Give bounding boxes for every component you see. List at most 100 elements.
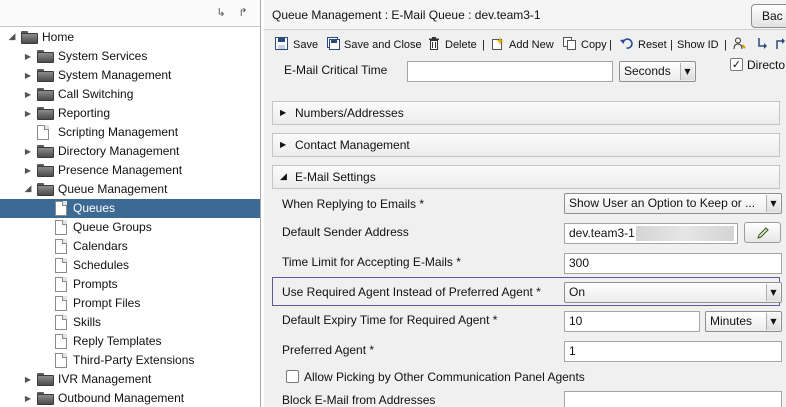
document-icon <box>55 201 67 216</box>
collapsed-arrow-icon[interactable]: ▶ <box>22 389 34 407</box>
tree-item[interactable]: Skills <box>0 313 260 332</box>
folder-icon <box>37 88 54 101</box>
expand-all-icon[interactable]: ↳ <box>214 6 228 20</box>
toolbar-separator: | <box>670 39 673 51</box>
document-icon <box>55 239 67 254</box>
collapsed-arrow-icon[interactable]: ▶ <box>22 370 34 389</box>
tree-item[interactable]: ▶ Directory Management <box>0 142 260 161</box>
replying-select[interactable]: Show User an Option to Keep or ... ▼ <box>564 193 782 214</box>
replying-label: When Replying to Emails * <box>282 197 425 211</box>
edit-sender-button[interactable] <box>744 222 781 243</box>
tree-item[interactable]: Scripting Management <box>0 123 260 142</box>
back-button[interactable]: Bac <box>751 4 786 28</box>
tree-item-label: Prompts <box>73 277 118 291</box>
replying-value: Show User an Option to Keep or ... <box>569 196 756 210</box>
save-icon[interactable] <box>274 37 288 51</box>
section-title: Numbers/Addresses <box>295 106 404 120</box>
tree-toolbar: ↳ ↱ <box>0 0 260 27</box>
tree-item[interactable]: ▶ System Services <box>0 47 260 66</box>
tree-item[interactable]: Reply Templates <box>0 332 260 351</box>
tree-item-label: Queues <box>73 201 116 215</box>
collapsed-arrow-icon[interactable]: ▶ <box>22 47 34 66</box>
dropdown-arrow-icon: ▼ <box>680 63 694 80</box>
tree-item-label: Queue Groups <box>73 220 152 234</box>
expanded-caret-icon: ◢ <box>280 172 287 182</box>
tree-item[interactable]: Queue Groups <box>0 218 260 237</box>
toolbar-separator: | <box>724 39 727 51</box>
time-limit-input[interactable]: 300 <box>564 253 782 274</box>
dropdown-arrow-icon: ▼ <box>766 284 780 301</box>
tree-item[interactable]: Prompts <box>0 275 260 294</box>
expand-fields-icon[interactable] <box>755 37 769 51</box>
tree-item[interactable]: Calendars <box>0 237 260 256</box>
tree-item[interactable]: ◢ Home <box>0 28 260 47</box>
tree-item[interactable]: Prompt Files <box>0 294 260 313</box>
tree-item[interactable]: Third-Party Extensions <box>0 351 260 370</box>
tree-item[interactable]: ▶ System Management <box>0 66 260 85</box>
collapse-fields-icon[interactable] <box>773 37 786 51</box>
save-close-icon[interactable] <box>326 37 340 51</box>
allow-picking-checkbox[interactable] <box>286 370 299 383</box>
tree-item-label: Directory Management <box>58 144 180 158</box>
collapsed-arrow-icon[interactable]: ▶ <box>22 66 34 85</box>
email-critical-time-input[interactable] <box>407 61 613 82</box>
tree-item[interactable]: ▶ Presence Management <box>0 161 260 180</box>
required-agent-select[interactable]: On ▼ <box>564 282 782 303</box>
redacted-text <box>636 226 734 241</box>
expanded-arrow-icon[interactable]: ◢ <box>6 28 18 47</box>
collapse-all-icon[interactable]: ↱ <box>236 6 250 20</box>
section-numbers-addresses[interactable]: ▶ Numbers/Addresses <box>272 101 780 125</box>
collapsed-arrow-icon[interactable]: ▶ <box>22 161 34 180</box>
navigation-tree: ◢ Home ▶ System Services ▶ System Management ▶… <box>0 28 260 407</box>
delete-button[interactable]: Delete <box>445 37 477 53</box>
document-icon <box>55 353 67 368</box>
tree-item-label: Third-Party Extensions <box>73 353 195 367</box>
collapsed-arrow-icon[interactable]: ▶ <box>22 85 34 104</box>
reset-button[interactable]: Reset <box>638 37 667 53</box>
show-id-button[interactable]: Show ID <box>677 37 719 53</box>
tree-item[interactable]: ▶ IVR Management <box>0 370 260 389</box>
add-new-icon[interactable] <box>490 37 504 51</box>
tree-item-label: Call Switching <box>58 87 134 101</box>
section-title: Contact Management <box>295 138 410 152</box>
expiry-time-label: Default Expiry Time for Required Agent * <box>282 313 498 327</box>
tree-item-label: Reply Templates <box>73 334 162 348</box>
section-contact-management[interactable]: ▶ Contact Management <box>272 133 780 157</box>
navigation-pane: ↳ ↱ ◢ Home ▶ System Services ▶ System Managem… <box>0 0 261 407</box>
dropdown-arrow-icon: ▼ <box>766 195 780 212</box>
document-icon <box>55 220 67 235</box>
expiry-unit-value: Minutes <box>710 314 753 328</box>
tree-item-label: Prompt Files <box>73 296 141 310</box>
tree-item[interactable]: Queues <box>0 199 260 218</box>
expanded-arrow-icon[interactable]: ◢ <box>22 180 34 199</box>
expiry-time-unit-select[interactable]: Minutes ▼ <box>705 311 782 332</box>
tree-item[interactable]: Schedules <box>0 256 260 275</box>
block-email-label: Block E-Mail from Addresses <box>282 393 436 407</box>
folder-icon <box>37 145 54 158</box>
folder-icon <box>37 164 54 177</box>
block-email-input[interactable] <box>564 391 782 407</box>
add-new-button[interactable]: Add New <box>509 37 554 53</box>
preferred-agent-input[interactable]: 1 <box>564 341 782 362</box>
copy-icon[interactable] <box>562 37 576 51</box>
user-key-icon[interactable] <box>732 37 746 51</box>
tree-item-label: Skills <box>73 315 102 329</box>
document-icon <box>55 315 67 330</box>
save-button[interactable]: Save <box>293 37 318 53</box>
tree-item[interactable]: ▶ Call Switching <box>0 85 260 104</box>
tree-item[interactable]: ▶ Outbound Management <box>0 389 260 407</box>
trash-icon[interactable] <box>427 37 441 51</box>
copy-button[interactable]: Copy <box>581 37 607 53</box>
tree-item-label: Home <box>42 30 75 44</box>
expiry-time-input[interactable]: 10 <box>564 311 700 332</box>
save-and-close-button[interactable]: Save and Close <box>344 37 422 53</box>
tree-item[interactable]: ◢ Queue Management <box>0 180 260 199</box>
email-critical-time-unit-select[interactable]: Seconds ▼ <box>619 61 696 82</box>
tree-item[interactable]: ▶ Reporting <box>0 104 260 123</box>
collapsed-arrow-icon[interactable]: ▶ <box>22 104 34 123</box>
section-email-settings[interactable]: ◢ E-Mail Settings <box>272 165 780 189</box>
collapsed-arrow-icon[interactable]: ▶ <box>22 142 34 161</box>
reset-icon[interactable] <box>619 37 633 51</box>
allow-picking-label: Allow Picking by Other Communication Pan… <box>304 370 585 384</box>
directory-checkbox[interactable]: ✓ <box>730 58 743 71</box>
